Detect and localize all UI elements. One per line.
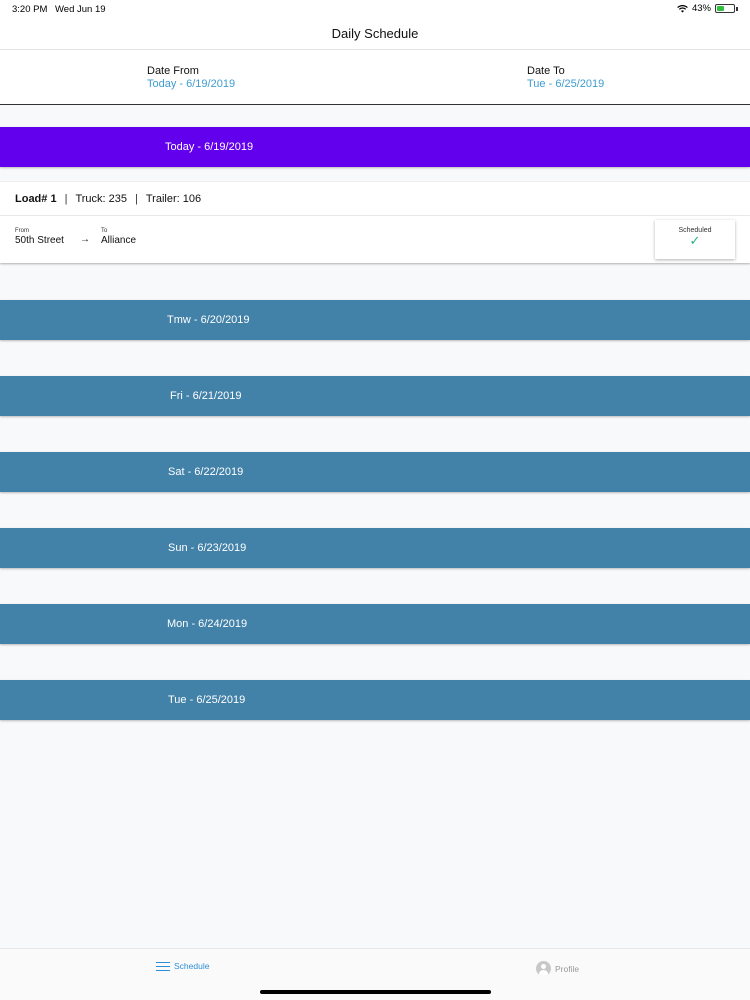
route-to: To Alliance	[101, 228, 136, 246]
day-header-sat[interactable]: Sat - 6/22/2019	[0, 452, 750, 492]
day-header-sun[interactable]: Sun - 6/23/2019	[0, 528, 750, 568]
tab-schedule[interactable]: Schedule	[156, 961, 209, 971]
separator: |	[64, 192, 68, 205]
status-indicators: 43%	[677, 3, 738, 14]
day-header-tue[interactable]: Tue - 6/25/2019	[0, 680, 750, 720]
day-header-today[interactable]: Today - 6/19/2019	[0, 127, 750, 167]
load-route[interactable]: From 50th Street → To Alliance Scheduled…	[0, 216, 750, 263]
day-header-label: Sun - 6/23/2019	[168, 542, 247, 554]
page-title: Daily Schedule	[331, 26, 419, 41]
route-from-place: 50th Street	[15, 235, 64, 246]
date-from-value[interactable]: Today - 6/19/2019	[147, 78, 235, 90]
trailer-number: Trailer: 106	[145, 192, 202, 205]
day-header-mon[interactable]: Mon - 6/24/2019	[0, 604, 750, 644]
day-header-label: Tue - 6/25/2019	[168, 694, 246, 706]
route-from: From 50th Street	[15, 228, 64, 246]
day-header-label: Tmw - 6/20/2019	[167, 314, 250, 326]
home-indicator	[260, 990, 491, 994]
nav-bar: Daily Schedule	[0, 18, 750, 50]
truck-number: Truck: 235	[75, 192, 127, 205]
status-bar: 3:20 PM Wed Jun 19 43%	[0, 0, 750, 18]
date-from-picker[interactable]: Date From Today - 6/19/2019	[147, 65, 235, 90]
day-header-label: Sat - 6/22/2019	[168, 466, 244, 478]
route-to-label: To	[101, 228, 108, 234]
day-header-fri[interactable]: Fri - 6/21/2019	[0, 376, 750, 416]
load-summary[interactable]: Load# 1 | Truck: 235 | Trailer: 106	[0, 181, 750, 216]
battery-percent: 43%	[691, 3, 711, 14]
date-to-picker[interactable]: Date To Tue - 6/25/2019	[527, 65, 604, 90]
tab-schedule-label: Schedule	[174, 961, 210, 971]
status-badge[interactable]: Scheduled ✓	[655, 220, 735, 259]
status-time: 3:20 PM	[12, 4, 48, 15]
tab-profile-label: Profile	[555, 963, 580, 974]
tab-profile[interactable]: Profile	[536, 961, 579, 976]
day-header-label: Mon - 6/24/2019	[167, 618, 248, 630]
date-to-value[interactable]: Tue - 6/25/2019	[527, 78, 604, 90]
date-from-label: Date From	[147, 65, 199, 77]
separator: |	[135, 192, 138, 205]
load-number: Load# 1	[15, 192, 57, 205]
profile-icon	[536, 961, 551, 976]
wifi-icon	[677, 4, 688, 12]
arrow-right-icon: →	[80, 234, 90, 245]
date-range: Date From Today - 6/19/2019 Date To Tue …	[0, 50, 750, 105]
route-to-place: Alliance	[101, 235, 137, 246]
status-date: Wed Jun 19	[55, 4, 106, 15]
battery-icon	[715, 4, 735, 13]
date-to-label: Date To	[527, 65, 565, 77]
day-header-label: Today - 6/19/2019	[165, 141, 254, 153]
list-icon	[156, 961, 170, 971]
route-from-label: From	[15, 228, 29, 234]
day-header-label: Fri - 6/21/2019	[170, 390, 242, 402]
check-icon: ✓	[689, 233, 701, 248]
day-header-tmw[interactable]: Tmw - 6/20/2019	[0, 300, 750, 340]
